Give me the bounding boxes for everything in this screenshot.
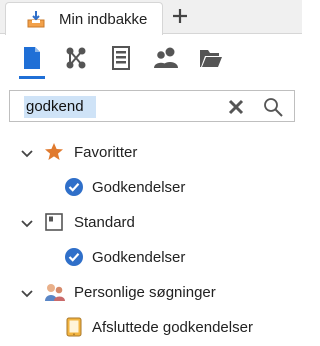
inbox-download-icon [27,10,45,28]
tree-item-label: Godkendelser [92,249,186,266]
chevron-down-icon[interactable] [20,217,34,229]
chevron-down-icon[interactable] [20,147,34,159]
square-icon [44,212,64,232]
tree-group-label: Standard [74,214,135,231]
tree-item-label: Godkendelser [92,179,186,196]
tab-label: Min indbakke [59,11,148,28]
document-icon[interactable] [18,44,46,72]
tab-bar: Min indbakke [0,0,302,35]
tree-item-afsluttede-godkendelser[interactable]: Afsluttede godkendelser [0,313,302,343]
check-circle-icon [64,247,84,267]
people-icon[interactable] [152,44,180,72]
search-input[interactable] [24,95,230,117]
people-search-icon [44,282,65,302]
tab-min-indbakke[interactable]: Min indbakke [5,2,163,35]
close-icon[interactable] [226,97,246,117]
folder-icon[interactable] [197,44,225,72]
search-icon[interactable] [262,96,284,118]
plus-icon[interactable] [170,6,190,26]
workflow-icon[interactable] [62,44,90,72]
tree-group-label: Personlige søgninger [74,284,216,301]
tree-group-personlige-sogninger[interactable]: Personlige søgninger [0,278,302,308]
check-circle-icon [64,177,84,197]
tree-item-godkendelser[interactable]: Godkendelser [0,243,302,273]
tree-group-standard[interactable]: Standard [0,208,302,238]
list-document-icon[interactable] [107,44,135,72]
tree-item-label: Afsluttede godkendelser [92,319,253,336]
tree-item-godkendelser[interactable]: Godkendelser [0,173,302,203]
star-icon [44,142,64,162]
tablet-icon [64,317,84,337]
search-box [9,90,295,122]
tree-group-favoritter[interactable]: Favoritter [0,138,302,168]
tree-group-label: Favoritter [74,144,138,161]
chevron-down-icon[interactable] [20,287,34,299]
toolbar [0,36,302,84]
active-tool-indicator [19,76,45,79]
